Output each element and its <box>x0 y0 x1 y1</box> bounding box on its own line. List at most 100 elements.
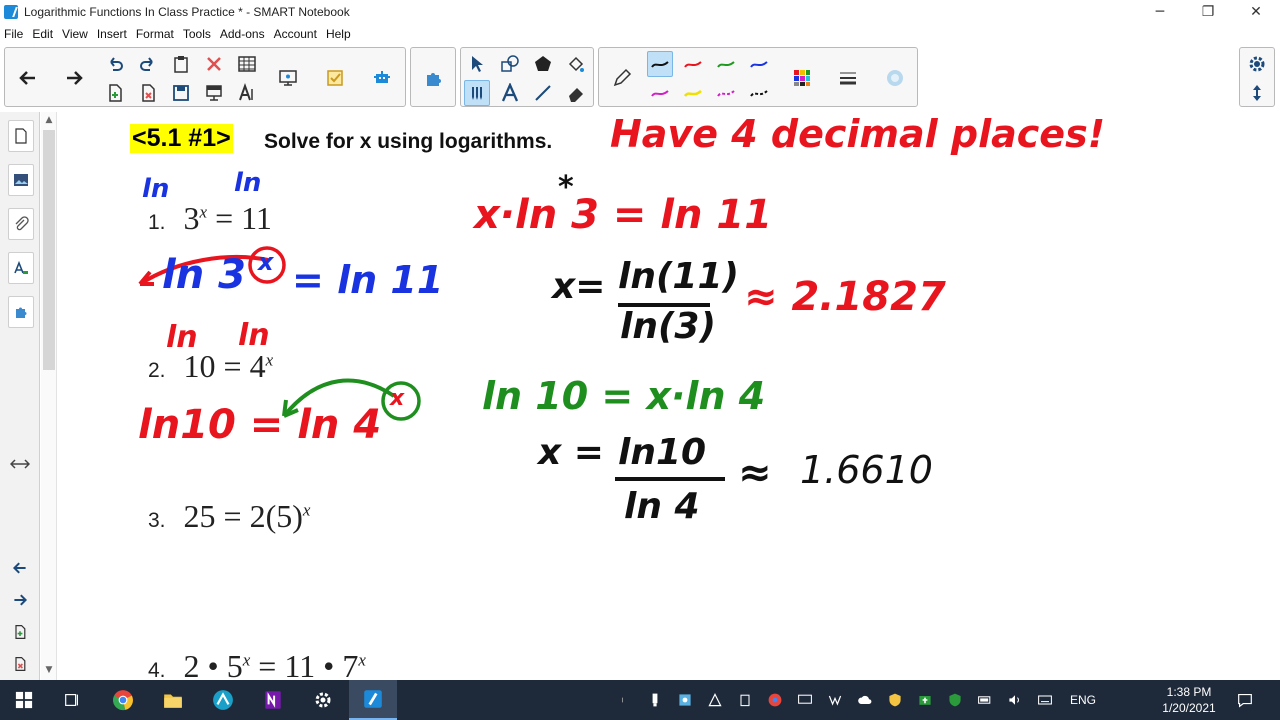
page-sorter-tab[interactable] <box>8 120 34 152</box>
pen-black[interactable] <box>647 51 673 77</box>
sidebar-delete-page[interactable] <box>10 654 30 674</box>
tray-display-icon[interactable] <box>794 689 816 711</box>
notebook-page[interactable]: <5.1 #1> Solve for x using logarithms. 1… <box>58 112 1280 680</box>
taskbar-chrome[interactable] <box>99 680 147 720</box>
taskbar-app-aw[interactable] <box>199 680 247 720</box>
addons-tab[interactable] <box>8 296 34 328</box>
save-button[interactable] <box>168 80 194 106</box>
taskbar-file-explorer[interactable] <box>149 680 197 720</box>
sidebar-next-page[interactable] <box>10 590 30 610</box>
screen-capture-button[interactable] <box>275 65 301 91</box>
ink-p1-answer: ≈ 2.1827 <box>744 274 946 320</box>
toolbar <box>0 44 1280 110</box>
gallery-tab[interactable] <box>8 164 34 196</box>
double-arrow-icon <box>10 459 30 469</box>
tray-more-icon[interactable] <box>614 689 636 711</box>
pen-green[interactable] <box>713 51 739 77</box>
screen-shade-button[interactable] <box>201 80 227 106</box>
tray-chrome-icon[interactable] <box>764 689 786 711</box>
undo-button[interactable] <box>102 51 128 77</box>
close-button[interactable]: ✕ <box>1232 0 1280 24</box>
tray-keyboard-icon[interactable] <box>1034 689 1056 711</box>
scroll-down-icon[interactable]: ▼ <box>43 665 55 677</box>
text-tool-button[interactable] <box>497 80 523 106</box>
tray-security-icon[interactable] <box>914 689 936 711</box>
tray-clock[interactable]: 1:38 PM 1/20/2021 <box>1154 684 1224 716</box>
sidebar-add-page[interactable] <box>10 622 30 642</box>
menu-help[interactable]: Help <box>326 27 351 41</box>
select-tool-button[interactable] <box>464 51 490 77</box>
ink-p1-denominator: ln(3) <box>620 306 716 347</box>
taskbar-settings[interactable] <box>299 680 347 720</box>
minimize-button[interactable]: ─ <box>1136 0 1184 24</box>
pen-blue[interactable] <box>746 51 772 77</box>
tray-language[interactable]: ENG <box>1070 693 1096 707</box>
next-page-button[interactable] <box>61 65 87 91</box>
redo-button[interactable] <box>135 51 161 77</box>
pen-magenta[interactable] <box>647 80 673 106</box>
menu-insert[interactable]: Insert <box>97 27 127 41</box>
pens-tool-button[interactable] <box>464 80 490 106</box>
menu-file[interactable]: File <box>4 27 23 41</box>
pen-type-button[interactable] <box>609 65 635 91</box>
text-tools-button[interactable] <box>234 80 260 106</box>
pen-red[interactable] <box>680 51 706 77</box>
system-tray: ENG <box>610 680 1096 720</box>
activity-builder-button[interactable] <box>369 65 395 91</box>
menu-account[interactable]: Account <box>274 27 317 41</box>
tray-clipboard-icon[interactable] <box>734 689 756 711</box>
delete-x-icon <box>207 57 221 71</box>
paste-button[interactable] <box>168 51 194 77</box>
properties-tab[interactable] <box>8 252 34 284</box>
delete-button[interactable] <box>201 51 227 77</box>
fill-shape-tool-button[interactable] <box>530 51 556 77</box>
settings-button[interactable] <box>1244 51 1270 77</box>
line-style-button[interactable] <box>835 65 861 91</box>
move-toolbar-button[interactable] <box>1244 80 1270 106</box>
taskbar-onenote[interactable] <box>249 680 297 720</box>
previous-page-button[interactable] <box>15 65 41 91</box>
pen-black-dashed[interactable] <box>746 80 772 106</box>
tray-wacom-icon[interactable] <box>824 689 846 711</box>
resize-sidebar-handle[interactable] <box>10 454 30 474</box>
fill-tool-button[interactable] <box>563 51 589 77</box>
tray-shield-icon[interactable] <box>884 689 906 711</box>
notifications-button[interactable] <box>1222 680 1268 720</box>
scrollbar-thumb[interactable] <box>43 130 55 370</box>
scroll-up-icon[interactable]: ▲ <box>43 115 55 127</box>
restore-button[interactable]: ❐ <box>1184 0 1232 24</box>
undo-icon <box>110 57 123 71</box>
pen-magenta-dashed[interactable] <box>713 80 739 106</box>
delete-page-button[interactable] <box>135 80 161 106</box>
task-view-button[interactable] <box>48 680 96 720</box>
page-scrollbar[interactable]: ▲ ▼ <box>41 112 57 680</box>
insert-table-button[interactable] <box>234 51 260 77</box>
onenote-icon <box>265 691 281 709</box>
menu-tools[interactable]: Tools <box>183 27 211 41</box>
tray-defender-icon[interactable] <box>944 689 966 711</box>
tray-usb-icon[interactable] <box>644 689 666 711</box>
attachments-tab[interactable] <box>8 208 34 240</box>
taskbar-smart-notebook[interactable] <box>349 680 397 720</box>
eraser-tool-button[interactable] <box>563 80 589 106</box>
addons-button[interactable] <box>420 65 446 91</box>
menu-view[interactable]: View <box>62 27 88 41</box>
tray-triangle-icon[interactable] <box>704 689 726 711</box>
tray-app-icon[interactable] <box>674 689 696 711</box>
tray-battery-icon[interactable] <box>974 689 996 711</box>
add-page-button[interactable] <box>102 80 128 106</box>
start-button[interactable] <box>0 680 48 720</box>
menu-edit[interactable]: Edit <box>32 27 53 41</box>
line-tool-button[interactable] <box>530 80 556 106</box>
sidebar-previous-page[interactable] <box>10 558 30 578</box>
menu-addons[interactable]: Add-ons <box>220 27 265 41</box>
pen-yellow[interactable] <box>680 80 706 106</box>
color-palette-button[interactable] <box>789 65 815 91</box>
fill-effects-button[interactable] <box>882 65 908 91</box>
menu-format[interactable]: Format <box>136 27 174 41</box>
response-button[interactable] <box>322 65 348 91</box>
tray-volume-icon[interactable] <box>1004 689 1026 711</box>
tray-cloud-icon[interactable] <box>854 689 876 711</box>
shapes-tool-button[interactable] <box>497 51 523 77</box>
puzzle-icon <box>16 307 27 318</box>
